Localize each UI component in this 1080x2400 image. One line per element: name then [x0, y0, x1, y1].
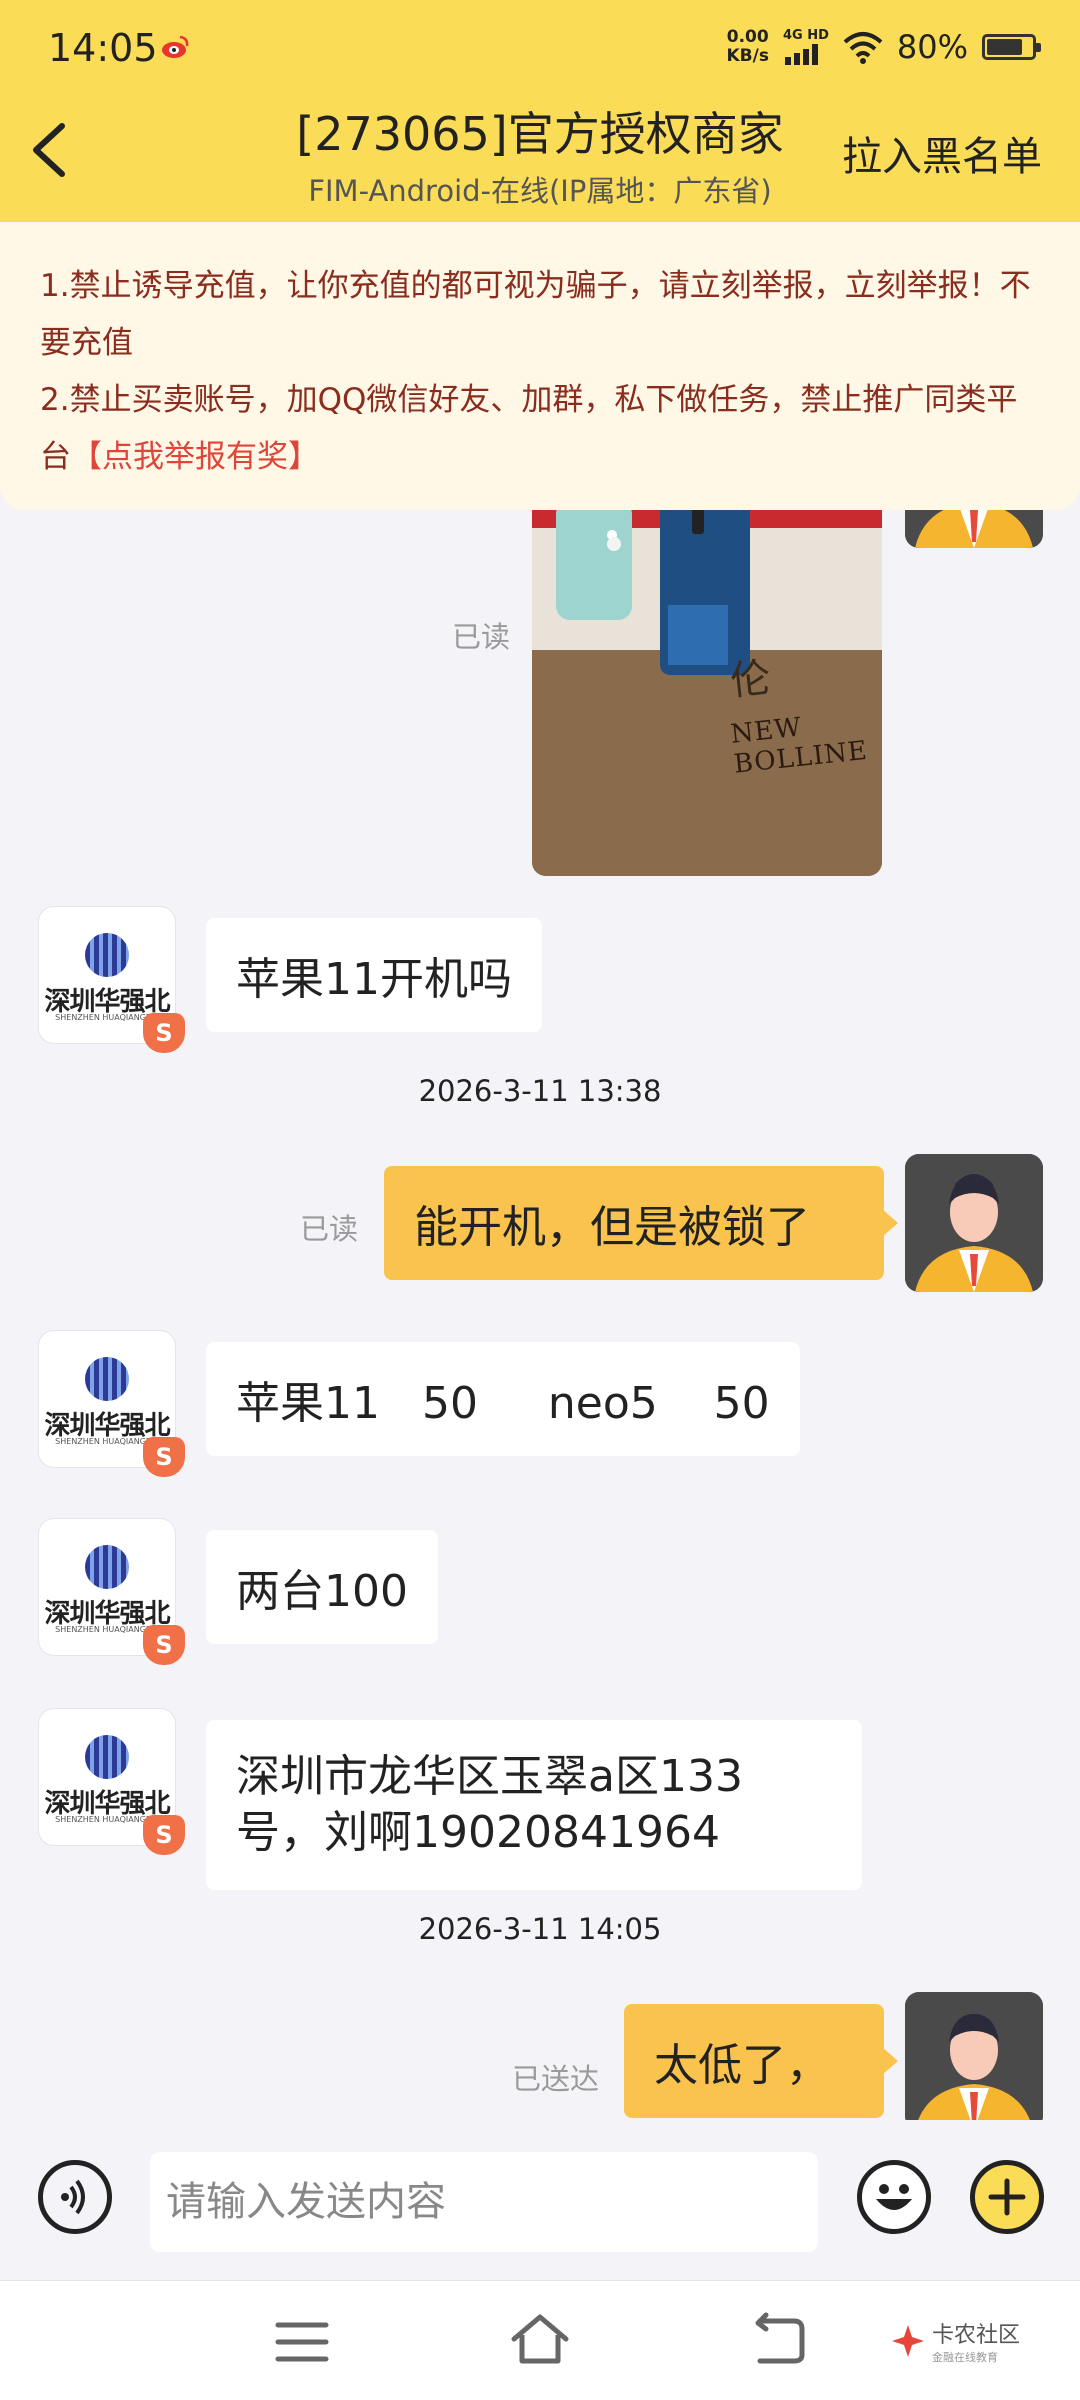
globe-logo-icon — [85, 933, 129, 977]
incoming-message[interactable]: 苹果11 50 neo5 50 — [206, 1342, 800, 1456]
globe-logo-icon — [85, 1545, 129, 1589]
user-avatar[interactable] — [905, 1154, 1043, 1292]
network-type: 4G HD — [782, 28, 829, 43]
signal-icon: 4G HD — [783, 29, 829, 65]
shop-badge: S — [143, 1625, 185, 1665]
user-avatar[interactable] — [905, 510, 1043, 548]
read-status: 已读 — [452, 620, 511, 654]
notice-line-2: 2.禁止买卖账号，加QQ微信好友、加群，私下做任务，禁止推广同类平台【点我举报有… — [40, 382, 1018, 475]
wifi-icon — [843, 32, 883, 64]
home-icon[interactable] — [508, 2311, 572, 2367]
globe-logo-icon — [85, 1735, 129, 1779]
outgoing-message[interactable]: 太低了， — [624, 2004, 898, 2118]
photo-message[interactable]: 伦 NEW BOLLINE — [532, 510, 882, 876]
report-link[interactable]: 【点我举报有奖】 — [71, 439, 319, 475]
voice-icon — [61, 2179, 85, 2215]
more-button[interactable] — [970, 2160, 1044, 2234]
shop-badge: S — [143, 1437, 185, 1477]
shop-avatar[interactable]: 深圳华强北 SHENZHEN HUAQIANGBEI S — [38, 1330, 185, 1477]
input-bar — [0, 2120, 1080, 2280]
voice-input-button[interactable] — [38, 2160, 112, 2234]
net-speed: 0.00 KB/s — [726, 27, 769, 66]
svg-text:伦: 伦 — [728, 655, 773, 705]
menu-icon[interactable] — [272, 2317, 332, 2367]
blacklist-button[interactable]: 拉入黑名单 — [842, 124, 1042, 182]
status-indicators: 0.00 KB/s 4G HD 80% — [726, 27, 1041, 66]
outgoing-message[interactable]: 能开机，但是被锁了 — [384, 1166, 898, 1280]
battery-icon — [982, 34, 1041, 60]
watermark: 卡农社区 金融在线教育 — [890, 2317, 1020, 2365]
battery-percent: 80% — [896, 28, 968, 66]
user-avatar[interactable] — [905, 1992, 1043, 2130]
emoji-icon — [876, 2184, 912, 2210]
emoji-button[interactable] — [857, 2160, 931, 2234]
system-nav-bar: 卡农社区 金融在线教育 — [0, 2280, 1080, 2400]
incoming-message[interactable]: 苹果11开机吗 — [206, 918, 542, 1032]
message-timestamp: 2026-3-11 14:05 — [418, 1912, 662, 1946]
battery-fill — [987, 39, 1023, 55]
incoming-message[interactable]: 深圳市龙华区玉翠a区133 号，刘啊19020841964 — [206, 1720, 862, 1890]
shop-badge: S — [143, 1013, 185, 1053]
shop-avatar[interactable]: 深圳华强北 SHENZHEN HUAQIANGBEI S — [38, 1518, 185, 1665]
status-time: 14:05 — [48, 26, 158, 70]
notice-line-1: 1.禁止诱导充值，让你充值的都可视为骗子，请立刻举报，立刻举报！不要充值 — [40, 268, 1031, 361]
chat-area[interactable]: 伦 NEW BOLLINE 已读 深圳华强北 SHENZHEN HUAQIANG… — [0, 510, 1080, 2150]
globe-logo-icon — [85, 1357, 129, 1401]
shop-avatar[interactable]: 深圳华强北 SHENZHEN HUAQIANGBEI S — [38, 906, 185, 1053]
back-nav-icon[interactable] — [748, 2311, 808, 2367]
delivered-status: 已送达 — [512, 2062, 600, 2096]
shop-badge: S — [143, 1815, 185, 1855]
incoming-message[interactable]: 两台100 — [206, 1530, 438, 1644]
watermark-title: 卡农社区 — [931, 2323, 1020, 2348]
shop-avatar[interactable]: 深圳华强北 SHENZHEN HUAQIANGBEI S — [38, 1708, 185, 1855]
warning-notice: 1.禁止诱导充值，让你充值的都可视为骗子，请立刻举报，立刻举报！不要充值 2.禁… — [0, 222, 1080, 510]
message-timestamp: 2026-3-11 13:38 — [418, 1074, 662, 1108]
plus-icon — [988, 2178, 1026, 2216]
message-input[interactable] — [150, 2152, 818, 2252]
weibo-notification-icon — [162, 35, 189, 58]
watermark-subtitle: 金融在线教育 — [931, 2351, 998, 2364]
kanong-logo-icon — [891, 2325, 924, 2357]
read-status: 已读 — [300, 1212, 359, 1246]
header: 14:05 0.00 KB/s 4G HD 80% [273065]官方授权商家… — [0, 0, 1080, 222]
